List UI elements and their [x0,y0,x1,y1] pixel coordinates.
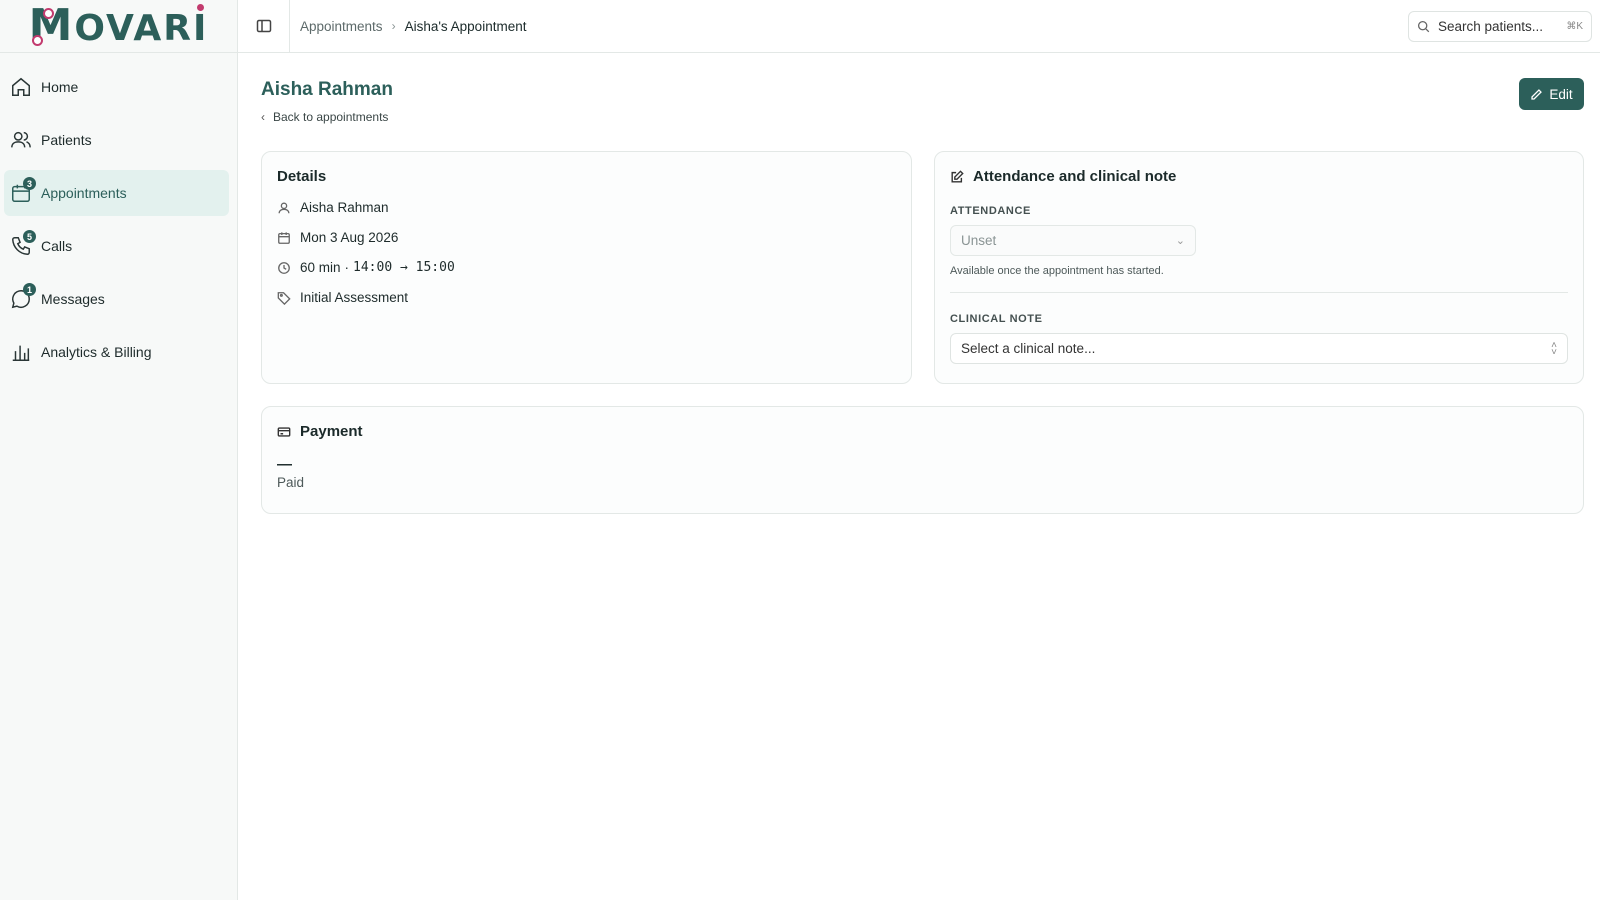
payment-card: Payment — Paid [261,406,1584,514]
payment-status: Paid [277,475,305,490]
chevron-down-icon: ⌄ [1175,235,1185,247]
calendar-icon [278,231,290,244]
payment-amount: — [277,456,292,473]
detail-duration: 60 min [300,260,341,275]
sidebar-item-calls[interactable]: 5 Calls [4,223,229,269]
attendance-card: Attendance and clinical note ATTENDANCE … [934,151,1584,384]
breadcrumb-current: Aisha's Appointment [404,18,527,34]
chevron-left-icon: ‹ [261,110,265,124]
chevron-right-icon: › [391,19,396,33]
sidebar-item-label: Analytics & Billing [41,344,152,360]
attendance-card-header: Attendance and clinical note [950,168,1568,185]
detail-time: 60 min · 14:00 → 15:00 [277,260,896,275]
search-input[interactable]: Search patients... ⌘K [1408,11,1592,42]
search-placeholder: Search patients... [1438,19,1544,34]
edit-button-label: Edit [1549,86,1573,102]
back-to-appointments-link[interactable]: ‹ Back to appointments [261,110,1584,124]
credit-card-icon [277,426,291,437]
home-icon [12,77,30,96]
chevrons-up-down-icon: ˄ ˅ [1551,339,1557,358]
sidebar-item-analytics-billing[interactable]: Analytics & Billing [4,329,229,375]
pencil-icon [1531,88,1543,100]
sidebar: M OVARI Home Patients 3 Appointments 5 Ca… [0,0,238,900]
logo[interactable]: M OVARI [0,0,237,53]
detail-type: Initial Assessment [277,290,896,305]
payment-card-header: Payment [277,423,1568,440]
logo-wordmark: M OVARI [28,0,209,51]
sidebar-item-label: Appointments [41,185,127,201]
clinical-note-label: CLINICAL NOTE [950,313,1043,325]
payment-card-title: Payment [300,423,363,440]
tag-icon [277,291,291,305]
back-link-label: Back to appointments [273,110,389,124]
breadcrumb-appointments-link[interactable]: Appointments [300,19,383,34]
sidebar-item-home[interactable]: Home [4,64,229,110]
detail-date: Mon 3 Aug 2026 [277,230,896,245]
details-card-title: Details [277,168,327,185]
attendance-select-value: Unset [961,233,997,248]
attendance-label: ATTENDANCE [950,205,1031,217]
details-card: Details Aisha Rahman Mon 3 Aug 2026 60 m… [261,151,912,384]
topbar: Appointments › Aisha's Appointment Searc… [238,0,1600,53]
clinical-note-placeholder: Select a clinical note... [961,341,1096,356]
sidebar-item-messages[interactable]: 1 Messages [4,276,229,322]
detail-date-value: Mon 3 Aug 2026 [300,230,399,245]
sidebar-nav: Home Patients 3 Appointments 5 Calls 1 M… [0,53,237,375]
search-icon [1417,20,1430,33]
sidebar-item-label: Patients [41,132,92,148]
main-content: Aisha Rahman ‹ Back to appointments Edit… [261,53,1584,514]
breadcrumb: Appointments › Aisha's Appointment [300,19,526,34]
attendance-select[interactable]: Unset ⌄ [950,225,1196,256]
appointments-badge: 3 [23,177,36,190]
sidebar-item-label: Home [41,79,79,95]
edit-button[interactable]: Edit [1519,78,1584,110]
sidebar-toggle-icon [256,19,271,33]
detail-patient: Aisha Rahman [277,200,896,215]
detail-separator: · [344,260,350,275]
page-title: Aisha Rahman [261,79,393,100]
divider [950,292,1568,293]
sidebar-toggle-button[interactable] [238,0,290,53]
sidebar-item-patients[interactable]: Patients [4,117,229,163]
edit-note-icon [951,169,964,183]
sidebar-item-label: Messages [41,291,105,307]
calls-badge: 5 [23,230,36,243]
detail-patient-name: Aisha Rahman [300,200,389,215]
bar-chart-icon [12,345,30,361]
clock-icon [278,261,290,274]
attendance-helper-text: Available once the appointment has start… [950,265,1164,277]
detail-type-value: Initial Assessment [300,290,409,305]
users-icon [11,131,31,148]
sidebar-item-label: Calls [41,238,73,254]
cards-row: Details Aisha Rahman Mon 3 Aug 2026 60 m… [261,151,1584,384]
detail-time-range: 14:00 → 15:00 [353,260,455,275]
sidebar-item-appointments[interactable]: 3 Appointments [4,170,229,216]
messages-badge: 1 [23,283,36,296]
user-icon [278,202,290,213]
attendance-card-title: Attendance and clinical note [973,168,1177,185]
clinical-note-select[interactable]: Select a clinical note... ˄ ˅ [950,333,1568,364]
search-shortcut: ⌘K [1566,21,1583,32]
